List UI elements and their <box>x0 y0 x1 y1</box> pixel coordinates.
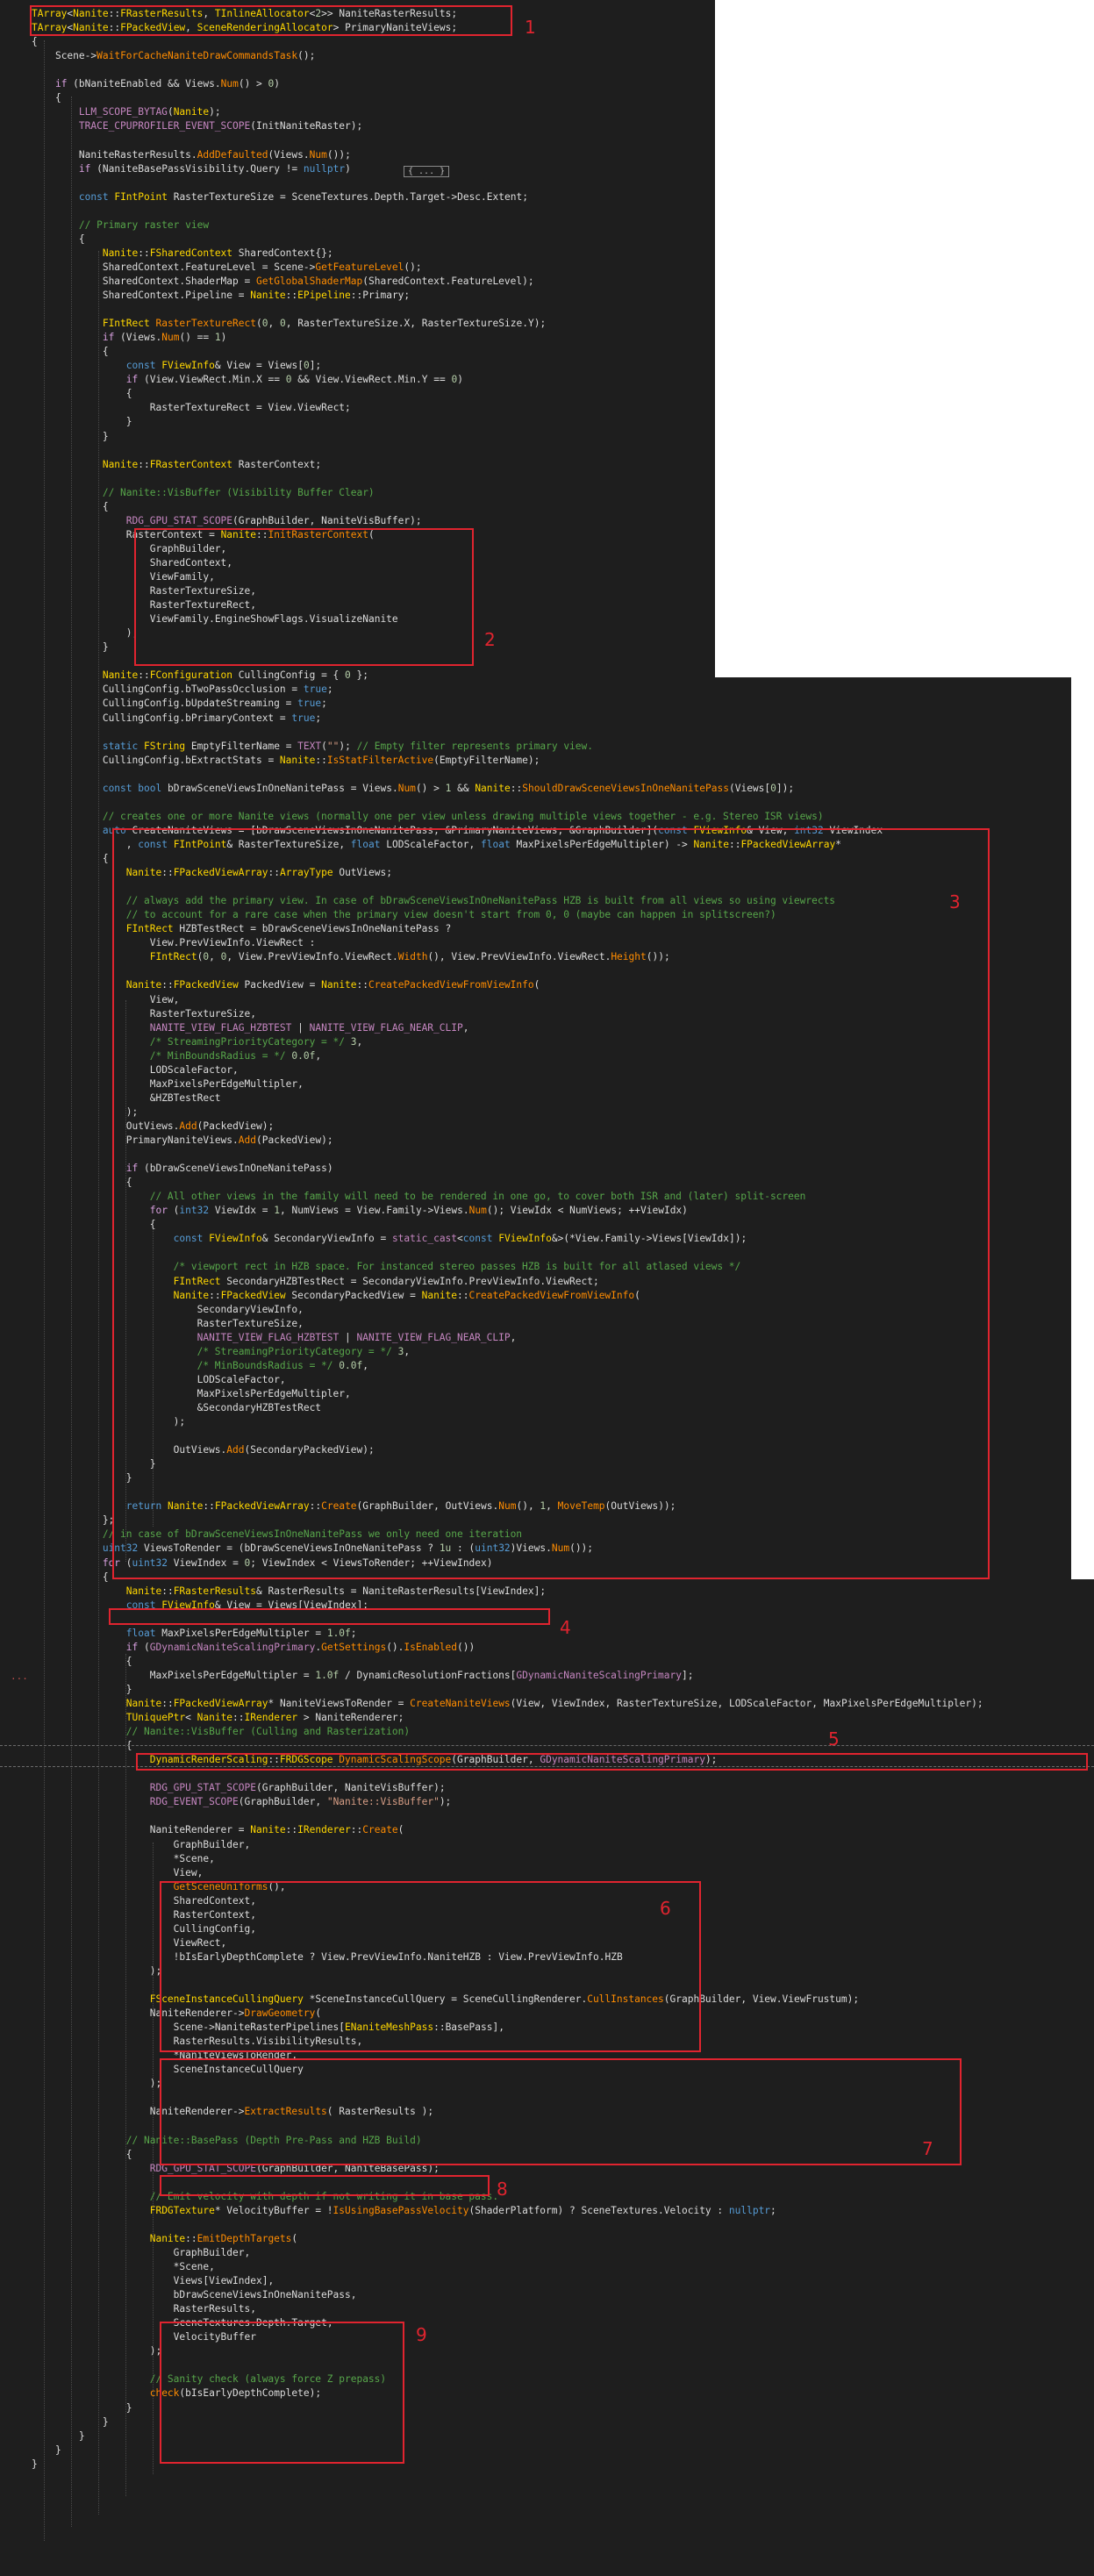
code-line[interactable]: ); <box>32 2344 161 2358</box>
code-line[interactable]: NaniteRenderer = Nanite::IRenderer::Crea… <box>32 1823 404 1837</box>
annotation-box-3 <box>112 828 990 1579</box>
code-line[interactable]: const bool bDrawSceneViewsInOneNanitePas… <box>32 782 794 796</box>
code-line[interactable]: } <box>32 2401 132 2415</box>
code-line[interactable]: CullingConfig.bPrimaryContext = true; <box>32 712 321 726</box>
current-line-marker <box>0 1745 1094 1747</box>
code-line[interactable]: CullingConfig.bUpdateStreaming = true; <box>32 697 327 711</box>
code-line[interactable]: }; <box>32 1513 114 1528</box>
code-line[interactable]: RDG_GPU_STAT_SCOPE(GraphBuilder, NaniteV… <box>32 514 422 528</box>
code-line[interactable]: View, <box>32 1866 204 1880</box>
code-line[interactable]: CullingConfig.bExtractStats = Nanite::Is… <box>32 754 540 768</box>
annotation-box-4 <box>109 1608 550 1625</box>
code-line[interactable]: ); <box>32 1964 161 1979</box>
annotation-label-7: 7 <box>922 2138 933 2159</box>
code-line[interactable]: SharedContext.Pipeline = Nanite::EPipeli… <box>32 289 410 303</box>
code-line[interactable]: FRDGTexture* VelocityBuffer = !IsUsingBa… <box>32 2204 776 2218</box>
annotation-label-1: 1 <box>525 17 536 38</box>
code-line[interactable]: *Scene, <box>32 2260 215 2274</box>
code-line[interactable]: } <box>32 640 109 655</box>
annotation-box-7 <box>160 2058 962 2165</box>
code-line[interactable]: } <box>32 415 132 429</box>
code-line[interactable]: { <box>32 1571 109 1585</box>
code-line[interactable]: Nanite::EmitDepthTargets( <box>32 2232 297 2246</box>
code-line[interactable]: RDG_GPU_STAT_SCOPE(GraphBuilder, NaniteV… <box>32 1781 446 1795</box>
annotation-label-2: 2 <box>484 629 496 650</box>
code-line[interactable]: SharedContext.FeatureLevel = Scene->GetF… <box>32 261 422 275</box>
collapsed-region-marker[interactable]: { ... } <box>404 166 450 177</box>
annotation-box-9 <box>160 2322 404 2464</box>
code-line[interactable]: RDG_EVENT_SCOPE(GraphBuilder, "Nanite::V… <box>32 1795 452 1809</box>
code-line[interactable]: // Nanite::VisBuffer (Visibility Buffer … <box>32 486 375 500</box>
code-line[interactable]: Nanite::FSharedContext SharedContext{}; <box>32 247 333 261</box>
code-line[interactable]: RasterTextureRect = View.ViewRect; <box>32 401 351 415</box>
code-line[interactable]: } <box>32 2415 109 2429</box>
code-line[interactable]: { <box>32 500 109 514</box>
code-line[interactable]: ); <box>32 626 138 640</box>
code-line[interactable]: { <box>32 35 38 49</box>
code-line[interactable]: // Nanite::VisBuffer (Culling and Raster… <box>32 1725 410 1739</box>
code-line[interactable]: bDrawSceneViewsInOneNanitePass, <box>32 2288 357 2302</box>
code-line[interactable]: { <box>32 852 109 866</box>
code-line[interactable]: const FViewInfo& View = Views[0]; <box>32 359 321 373</box>
annotation-box-6 <box>160 1881 701 2052</box>
code-line[interactable]: { <box>32 233 85 247</box>
code-line[interactable]: static FString EmptyFilterName = TEXT(""… <box>32 740 593 754</box>
code-line[interactable]: Scene->WaitForCacheNaniteDrawCommandsTas… <box>32 49 315 63</box>
annotation-label-6: 6 <box>660 1898 671 1919</box>
code-line[interactable]: *Scene, <box>32 1852 215 1866</box>
code-line[interactable]: { <box>32 91 61 105</box>
annotation-box-5 <box>136 1753 1088 1771</box>
code-line[interactable]: RasterResults, <box>32 2302 256 2316</box>
code-line[interactable]: } <box>32 2444 61 2458</box>
code-line[interactable]: } <box>32 1683 132 1697</box>
code-line[interactable]: LLM_SCOPE_BYTAG(Nanite); <box>32 105 221 119</box>
annotation-box-8 <box>160 2175 490 2196</box>
code-line[interactable]: if (bNaniteEnabled && Views.Num() > 0) <box>32 77 280 91</box>
annotation-label-4: 4 <box>560 1617 571 1638</box>
code-line[interactable]: Views[ViewIndex], <box>32 2274 275 2288</box>
annotation-label-3: 3 <box>949 891 961 912</box>
code-line[interactable]: Nanite::FRasterResults& RasterResults = … <box>32 1585 546 1599</box>
annotation-label-5: 5 <box>828 1728 840 1750</box>
code-line[interactable]: if (GDynamicNaniteScalingPrimary.GetSett… <box>32 1641 475 1655</box>
annotation-label-8: 8 <box>497 2179 508 2200</box>
code-line[interactable]: // creates one or more Nanite views (nor… <box>32 810 824 824</box>
code-line[interactable]: { <box>32 2148 132 2162</box>
code-line[interactable]: float MaxPixelsPerEdgeMultipler = 1.0f; <box>32 1627 357 1641</box>
code-line[interactable]: } <box>32 430 109 444</box>
code-line[interactable]: { <box>32 345 109 359</box>
code-line[interactable]: FIntRect RasterTextureRect(0, 0, RasterT… <box>32 317 546 331</box>
code-line[interactable]: const FIntPoint RasterTextureSize = Scen… <box>32 190 528 204</box>
code-line[interactable]: // Primary raster view <box>32 218 209 233</box>
code-line[interactable]: ); <box>32 2077 161 2091</box>
code-line[interactable]: } <box>32 2429 85 2444</box>
code-line[interactable]: GraphBuilder, <box>32 1838 251 1852</box>
code-line[interactable]: MaxPixelsPerEdgeMultipler = 1.0f / Dynam… <box>32 1669 694 1683</box>
annotation-label-9: 9 <box>416 2324 427 2345</box>
code-line[interactable]: Nanite::FRasterContext RasterContext; <box>32 458 321 472</box>
annotation-box-1 <box>30 5 512 36</box>
code-line[interactable]: if (Views.Num() == 1) <box>32 331 227 345</box>
code-line[interactable]: { <box>32 1655 132 1669</box>
annotation-box-2 <box>134 528 474 666</box>
code-line[interactable]: Nanite::FConfiguration CullingConfig = {… <box>32 669 368 683</box>
code-line[interactable]: { <box>32 387 132 401</box>
fold-indicator[interactable]: ... <box>11 1671 28 1682</box>
code-line[interactable]: GraphBuilder, <box>32 2246 251 2260</box>
code-line[interactable]: TRACE_CPUPROFILER_EVENT_SCOPE(InitNanite… <box>32 119 362 133</box>
code-line[interactable]: SharedContext.ShaderMap = GetGlobalShade… <box>32 275 534 289</box>
code-line[interactable]: if (NaniteBasePassVisibility.Query != nu… <box>32 162 351 176</box>
code-line[interactable]: } <box>32 2458 38 2472</box>
code-line[interactable]: CullingConfig.bTwoPassOcclusion = true; <box>32 683 333 697</box>
code-line[interactable]: TUniquePtr< Nanite::IRenderer > NaniteRe… <box>32 1711 404 1725</box>
code-line[interactable]: NaniteRasterResults.AddDefaulted(Views.N… <box>32 148 351 162</box>
code-line[interactable]: if (View.ViewRect.Min.X == 0 && View.Vie… <box>32 373 463 387</box>
code-line[interactable]: Nanite::FPackedViewArray* NaniteViewsToR… <box>32 1697 983 1711</box>
